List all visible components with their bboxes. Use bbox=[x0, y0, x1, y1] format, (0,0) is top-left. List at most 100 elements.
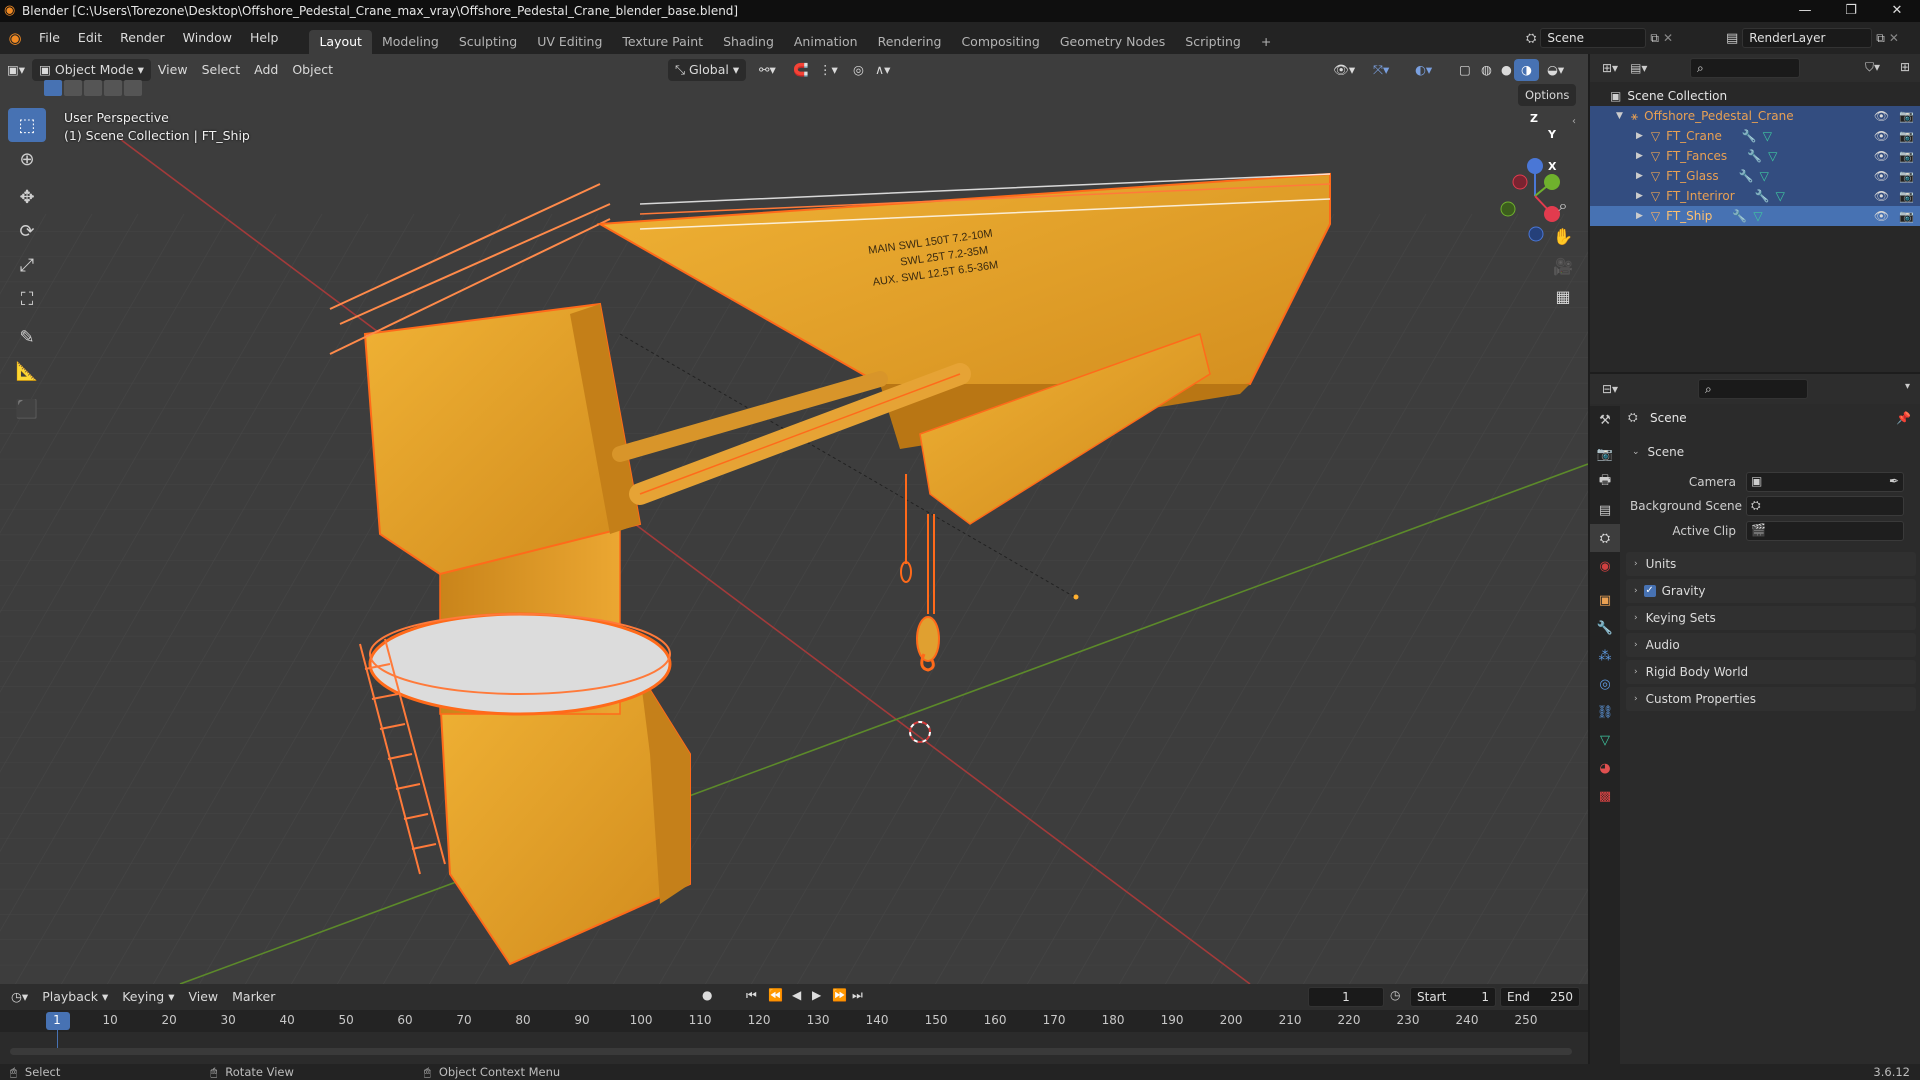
shading-rendered-icon[interactable]: ◒▾ bbox=[1540, 59, 1571, 81]
eye-icon[interactable]: 👁 bbox=[1874, 169, 1889, 183]
mesh-data-icon[interactable]: ▽ bbox=[1768, 149, 1777, 163]
mesh-data-icon[interactable]: ▽ bbox=[1753, 209, 1762, 223]
timeline-editor-icon[interactable]: ◷▾ bbox=[4, 986, 35, 1008]
panel-scene-header[interactable]: ⌄ Scene bbox=[1626, 440, 1916, 464]
sidebar-toggle-icon[interactable]: ‹ bbox=[1572, 116, 1576, 127]
add-cube-tool-icon[interactable]: ⬛ bbox=[8, 392, 46, 426]
select-box-tool-icon[interactable]: ⬚ bbox=[8, 108, 46, 142]
pan-hand-icon[interactable]: ✋ bbox=[1548, 222, 1578, 250]
panel-gravity-header[interactable]: › ✓ Gravity bbox=[1626, 579, 1916, 603]
pin-icon[interactable]: 📌 bbox=[1896, 411, 1911, 425]
menu-help[interactable]: Help bbox=[241, 22, 288, 54]
3d-viewport[interactable]: MAIN SWL 150T 7.2-10M SWL 25T 7.2-35M AU… bbox=[0, 54, 1588, 984]
timeline-menu-playback[interactable]: Playback ▾ bbox=[35, 986, 115, 1008]
eyedropper-icon[interactable]: ✒ bbox=[1889, 474, 1899, 488]
render-camera-icon[interactable]: 📷 bbox=[1899, 149, 1914, 163]
options-button[interactable]: Options bbox=[1518, 84, 1577, 106]
timeline-menu-keying[interactable]: Keying ▾ bbox=[115, 986, 181, 1008]
expand-arrow-icon[interactable]: ▼ bbox=[1616, 111, 1623, 121]
viewport-menu-add[interactable]: Add bbox=[247, 59, 285, 81]
menu-window[interactable]: Window bbox=[174, 22, 241, 54]
tab-uv-editing[interactable]: UV Editing bbox=[527, 30, 612, 54]
render-camera-icon[interactable]: 📷 bbox=[1899, 169, 1914, 183]
select-subtract-icon[interactable] bbox=[84, 80, 102, 96]
gravity-checkbox[interactable]: ✓ bbox=[1643, 585, 1656, 597]
outliner-row-ft-fances[interactable]: ▶ ▽ FT_Fances 🔧 ▽ 👁 📷 bbox=[1590, 146, 1920, 166]
gizmo-toggle-icon[interactable]: ⤧▾ bbox=[1366, 59, 1396, 81]
jump-end-icon[interactable]: ⏭ bbox=[852, 988, 863, 1003]
item-label[interactable]: FT_Fances bbox=[1666, 149, 1727, 163]
editor-type-icon[interactable]: ▣▾ bbox=[0, 59, 32, 81]
renderlayer-selector[interactable]: RenderLayer bbox=[1742, 28, 1873, 48]
tool-tab-icon[interactable]: ⚒ bbox=[1590, 406, 1620, 434]
mesh-data-icon[interactable]: ▽ bbox=[1763, 129, 1772, 143]
transform-tool-icon[interactable]: ⛶ bbox=[8, 282, 46, 316]
renderlayer-icon[interactable]: ▤ bbox=[1726, 31, 1738, 46]
minimize-button[interactable]: — bbox=[1782, 0, 1828, 22]
outliner-row-ft-crane[interactable]: ▶ ▽ FT_Crane 🔧 ▽ 👁 📷 bbox=[1590, 126, 1920, 146]
active-clip-field[interactable]: 🎬 bbox=[1746, 521, 1904, 541]
falloff-icon[interactable]: ∧▾ bbox=[868, 59, 897, 81]
scene-selector[interactable]: Scene bbox=[1540, 28, 1647, 48]
select-intersect-icon[interactable] bbox=[124, 80, 142, 96]
properties-options-icon[interactable]: ▾ bbox=[1905, 381, 1910, 392]
collection-label[interactable]: Offshore_Pedestal_Crane bbox=[1644, 109, 1793, 123]
render-camera-icon[interactable]: 📷 bbox=[1899, 129, 1914, 143]
start-frame-field[interactable]: Start 1 bbox=[1410, 987, 1496, 1007]
tab-shading[interactable]: Shading bbox=[713, 30, 784, 54]
select-invert-icon[interactable] bbox=[104, 80, 122, 96]
select-extend-icon[interactable] bbox=[64, 80, 82, 96]
physics-tab-icon[interactable]: ◎ bbox=[1590, 670, 1620, 698]
eye-icon[interactable]: 👁 bbox=[1874, 129, 1889, 143]
mode-selector[interactable]: ▣ Object Mode ▾ bbox=[32, 59, 151, 81]
item-label[interactable]: FT_Glass bbox=[1666, 169, 1719, 183]
tab-sculpting[interactable]: Sculpting bbox=[449, 30, 527, 54]
render-camera-icon[interactable]: 📷 bbox=[1899, 109, 1914, 123]
outliner-editor-icon[interactable]: ⊞▾ bbox=[1602, 61, 1618, 75]
new-collection-icon[interactable]: ⊞ bbox=[1900, 60, 1910, 74]
panel-rigid-body-header[interactable]: › Rigid Body World bbox=[1626, 660, 1916, 684]
scene-tab-icon[interactable]: ⛭ bbox=[1590, 524, 1620, 552]
viewport-menu-view[interactable]: View bbox=[151, 59, 195, 81]
record-icon[interactable]: ● bbox=[702, 988, 712, 1002]
outliner-row-ft-glass[interactable]: ▶ ▽ FT_Glass 🔧 ▽ 👁 📷 bbox=[1590, 166, 1920, 186]
expand-arrow-icon[interactable]: ▶ bbox=[1636, 211, 1643, 221]
tab-animation[interactable]: Animation bbox=[784, 30, 868, 54]
eye-icon[interactable]: 👁 bbox=[1874, 209, 1889, 223]
viewport-scene[interactable] bbox=[0, 54, 1588, 984]
tab-scripting[interactable]: Scripting bbox=[1175, 30, 1251, 54]
jump-keyframe-back-icon[interactable]: ⏪ bbox=[768, 988, 783, 1002]
texture-tab-icon[interactable]: ▩ bbox=[1590, 782, 1620, 810]
modifier-wrench-icon[interactable]: 🔧 bbox=[1747, 149, 1762, 163]
snap-target-icon[interactable]: ⋮▾ bbox=[812, 59, 845, 81]
output-tab-icon[interactable]: 🖶 bbox=[1590, 468, 1620, 496]
mesh-data-icon[interactable]: ▽ bbox=[1760, 169, 1769, 183]
maximize-button[interactable]: ❐ bbox=[1828, 0, 1874, 22]
data-tab-icon[interactable]: ▽ bbox=[1590, 726, 1620, 754]
scale-tool-icon[interactable]: ⤢ bbox=[8, 248, 46, 282]
filter-icon[interactable]: ⛉▾ bbox=[1865, 60, 1880, 75]
new-scene-icon[interactable]: ⧉ bbox=[1650, 31, 1659, 46]
item-label[interactable]: FT_Interiror bbox=[1666, 189, 1734, 203]
background-scene-field[interactable]: ⛭ bbox=[1746, 496, 1904, 516]
item-label[interactable]: FT_Crane bbox=[1666, 129, 1722, 143]
world-tab-icon[interactable]: ◉ bbox=[1590, 552, 1620, 580]
overlay-toggle-icon[interactable]: ◐▾ bbox=[1408, 59, 1439, 81]
outliner-row-ft-ship[interactable]: ▶ ▽ FT_Ship 🔧 ▽ 👁 📷 bbox=[1590, 206, 1920, 226]
material-tab-icon[interactable]: ◕ bbox=[1590, 754, 1620, 782]
timeline-scrollbar[interactable] bbox=[10, 1048, 1572, 1055]
ortho-grid-icon[interactable]: ▦ bbox=[1548, 282, 1578, 310]
delete-renderlayer-icon[interactable]: ✕ bbox=[1889, 31, 1899, 45]
jump-start-icon[interactable]: ⏮ bbox=[746, 988, 757, 1003]
expand-arrow-icon[interactable]: ▶ bbox=[1636, 191, 1643, 201]
visibility-icon[interactable]: 👁▾ bbox=[1326, 59, 1362, 81]
scene-collection-label[interactable]: Scene Collection bbox=[1627, 89, 1727, 103]
shading-material-icon[interactable]: ◑ bbox=[1514, 59, 1539, 81]
cursor-tool-icon[interactable]: ⊕ bbox=[8, 142, 46, 176]
move-tool-icon[interactable]: ✥ bbox=[8, 180, 46, 214]
display-mode-icon[interactable]: ▤▾ bbox=[1630, 61, 1647, 75]
clock-icon[interactable]: ◷ bbox=[1390, 988, 1400, 1002]
eye-icon[interactable]: 👁 bbox=[1874, 109, 1889, 123]
eye-icon[interactable]: 👁 bbox=[1874, 189, 1889, 203]
modifier-wrench-icon[interactable]: 🔧 bbox=[1739, 169, 1754, 183]
